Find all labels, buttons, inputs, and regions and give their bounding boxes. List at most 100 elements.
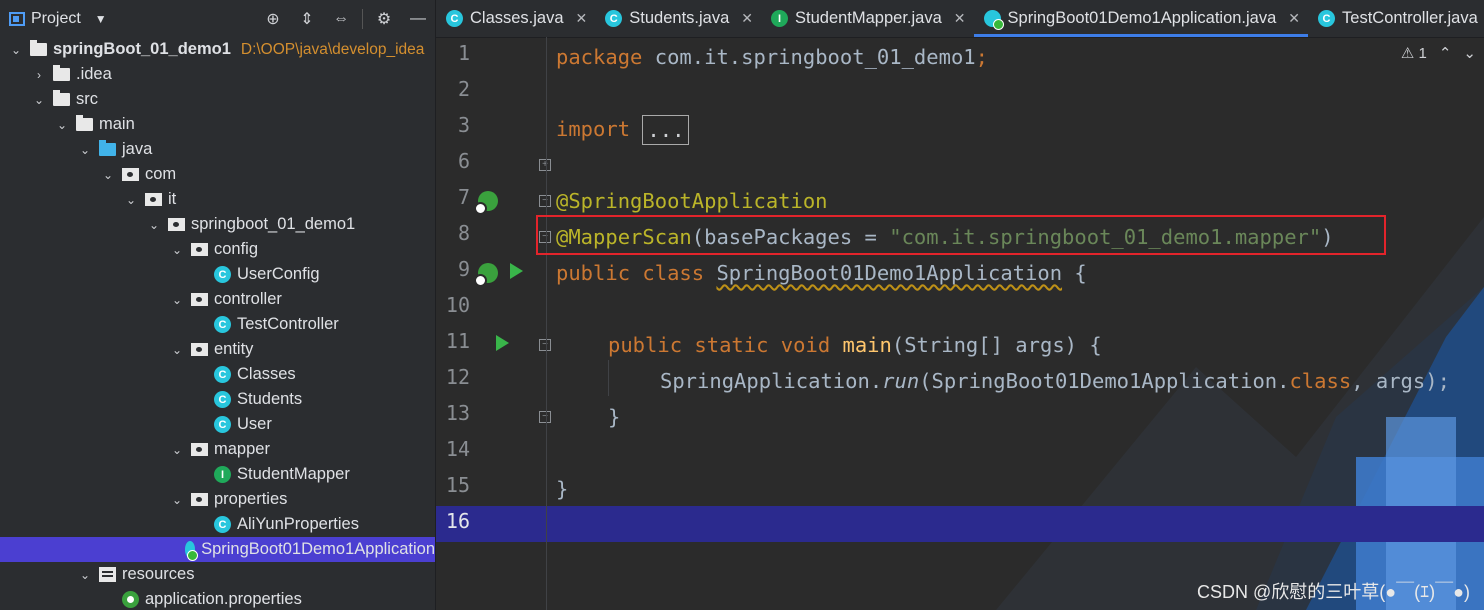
tree-item[interactable]: ⌄ springBoot_01_demo1 D:\OOP\java\develop_… (0, 37, 435, 62)
chevron-down-icon[interactable]: ⌄ (1463, 44, 1476, 62)
tree-item[interactable]: › .idea (0, 62, 435, 87)
tree-item[interactable]: I StudentMapper (0, 462, 435, 487)
tree-toggle-icon[interactable]: ⌄ (169, 243, 185, 257)
line-number: 13 (445, 401, 470, 425)
folder-icon (53, 65, 70, 81)
tree-toggle-icon[interactable]: ⌄ (100, 168, 116, 182)
close-icon[interactable]: ✕ (576, 10, 588, 27)
editor-gutter: 1 2 3 6 7 8 9 10 11 12 13 14 15 16 + − −… (436, 37, 551, 610)
tree-item[interactable]: ⌄ config (0, 237, 435, 262)
tree-item[interactable]: ⌄ controller (0, 287, 435, 312)
gear-icon[interactable]: ⚙ (367, 9, 401, 29)
tree-item-label: properties (214, 490, 288, 508)
collapse-all-icon[interactable]: ⇔ (324, 10, 358, 28)
package-icon (145, 193, 162, 206)
code-text: (SpringBoot01Demo1Application. (919, 369, 1290, 393)
tree-item-label: Classes (237, 365, 296, 383)
tree-item-label: springBoot_01_demo1 (53, 40, 231, 58)
chevron-up-icon[interactable]: ⌃ (1439, 44, 1452, 62)
tree-toggle-icon[interactable]: ⌄ (31, 93, 47, 107)
tree-item[interactable]: application.properties (0, 587, 435, 610)
tree-toggle-icon[interactable]: ⌄ (8, 43, 24, 57)
resources-folder-icon (99, 567, 116, 582)
tree-item[interactable]: ⌄ it (0, 187, 435, 212)
tree-item[interactable]: C User (0, 412, 435, 437)
watermark: CSDN @欣慰的三叶草(●￣(ｴ)￣●) (1197, 582, 1470, 602)
tree-toggle-icon[interactable]: ⌄ (77, 143, 93, 157)
package-icon (191, 293, 208, 306)
tree-toggle-icon[interactable]: ⌄ (169, 443, 185, 457)
code-line-9: public class SpringBoot01Demo1Applicatio… (556, 255, 1087, 291)
tree-item-label: SpringBoot01Demo1Application (201, 540, 435, 558)
tree-item[interactable]: ⌄ properties (0, 487, 435, 512)
tree-item-label: StudentMapper (237, 465, 350, 483)
tree-item[interactable]: ⌄ resources (0, 562, 435, 587)
code-text: } (608, 405, 621, 429)
class-icon: C (214, 366, 231, 383)
line-number: 10 (445, 293, 470, 317)
class-icon: C (1318, 10, 1336, 27)
tree-item-label: java (122, 140, 153, 158)
tree-item[interactable]: C Classes (0, 362, 435, 387)
code-line-3: import ... (556, 111, 690, 147)
tree-item-label: Students (237, 390, 303, 408)
fold-collapse-icon[interactable]: − (539, 195, 551, 207)
editor-tab[interactable]: C TestController.java (1308, 0, 1484, 37)
tree-item-label: UserConfig (237, 265, 320, 283)
line-number: 3 (457, 113, 470, 137)
spring-bean-icon[interactable] (474, 191, 498, 215)
tree-toggle-icon[interactable]: ⌄ (123, 193, 139, 207)
editor-tab[interactable]: I StudentMapper.java ✕ (761, 0, 974, 37)
tree-item[interactable]: ⌄ main (0, 112, 435, 137)
tree-item[interactable]: ⌄ java (0, 137, 435, 162)
line-number: 15 (445, 473, 470, 497)
expand-all-icon[interactable]: ⇕ (290, 9, 324, 29)
tree-item[interactable]: SpringBoot01Demo1Application (0, 537, 435, 562)
folded-imports[interactable]: ... (642, 115, 690, 145)
spring-app-icon (983, 10, 1004, 30)
tree-toggle-icon[interactable]: ⌄ (169, 293, 185, 307)
editor-tab-active[interactable]: SpringBoot01Demo1Application.java ✕ (973, 0, 1309, 37)
tree-item[interactable]: ⌄ mapper (0, 437, 435, 462)
tree-toggle-icon[interactable]: ⌄ (54, 118, 70, 132)
tree-toggle-icon[interactable]: › (31, 68, 47, 82)
project-view-selector[interactable]: Project ▼ (9, 10, 107, 28)
tree-item[interactable]: ⌄ src (0, 87, 435, 112)
line-number: 1 (457, 41, 470, 65)
project-panel: Project ▼ ⊕ ⇕ ⇔ ⚙ — ⌄ springBoot_01_demo1… (0, 0, 436, 610)
code-line-13: } (608, 399, 620, 435)
fold-expand-icon[interactable]: + (539, 159, 551, 171)
locate-file-icon[interactable]: ⊕ (256, 9, 290, 29)
keyword: package (556, 45, 643, 69)
fold-end-icon[interactable]: − (539, 411, 551, 423)
tree-toggle-icon[interactable]: ⌄ (169, 493, 185, 507)
close-icon[interactable]: ✕ (741, 10, 753, 27)
run-icon[interactable] (496, 335, 509, 351)
tree-toggle-icon[interactable]: ⌄ (77, 568, 93, 582)
close-icon[interactable]: ✕ (1288, 10, 1300, 27)
editor-tab[interactable]: C Classes.java ✕ (436, 0, 595, 37)
tree-item[interactable]: ⌄ entity (0, 337, 435, 362)
tree-item[interactable]: C UserConfig (0, 262, 435, 287)
tree-item[interactable]: ⌄ springboot_01_demo1 (0, 212, 435, 237)
tree-item[interactable]: C AliYunProperties (0, 512, 435, 537)
gutter-divider (546, 37, 547, 610)
spring-bean-icon[interactable] (474, 263, 498, 287)
project-icon (9, 12, 25, 26)
tree-item[interactable]: C TestController (0, 312, 435, 337)
tree-item[interactable]: C Students (0, 387, 435, 412)
spring-app-icon (184, 541, 199, 561)
minimize-icon[interactable]: — (401, 10, 435, 28)
editor-tab[interactable]: C Students.java ✕ (595, 0, 761, 37)
code-editor[interactable]: package com.it.springboot_01_demo1; impo… (556, 37, 1484, 610)
run-icon[interactable] (510, 263, 523, 279)
code-text: { (1062, 261, 1087, 285)
inspection-widget[interactable]: ⚠ 1 ⌃ ⌄ (1401, 44, 1476, 62)
tree-toggle-icon[interactable]: ⌄ (146, 218, 162, 232)
tree-item[interactable]: ⌄ com (0, 162, 435, 187)
class-icon: C (214, 416, 231, 433)
fold-collapse-icon[interactable]: − (539, 339, 551, 351)
tree-toggle-icon[interactable]: ⌄ (169, 343, 185, 357)
package-icon (191, 443, 208, 456)
close-icon[interactable]: ✕ (954, 10, 966, 27)
